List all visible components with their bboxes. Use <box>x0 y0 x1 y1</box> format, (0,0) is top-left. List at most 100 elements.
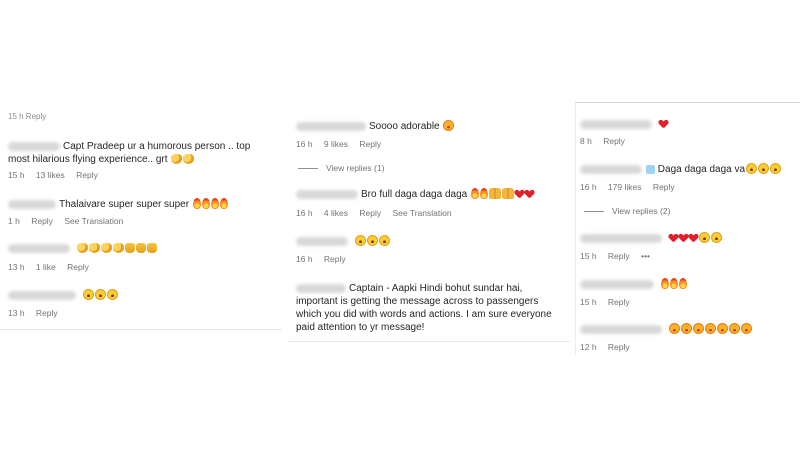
comment-item: 8 h Reply <box>580 118 797 146</box>
blurred-username[interactable] <box>8 243 70 253</box>
comment-body: Capt Pradeep ur a humorous person .. top… <box>8 140 270 166</box>
comment-meta: 1 h Reply See Translation <box>8 216 132 226</box>
blurred-username[interactable] <box>580 324 662 334</box>
clap-emoji-icon <box>112 243 124 253</box>
comment-meta: 16 h 4 likes Reply See Translation <box>296 208 461 218</box>
view-replies-button[interactable]: View replies (2) <box>584 206 670 216</box>
fire-emoji-icon <box>210 198 219 209</box>
comment-item: Capt Pradeep ur a humorous person .. top… <box>8 140 278 180</box>
heart-eyes-emoji-icon <box>728 323 740 334</box>
fire-emoji-icon <box>470 188 479 199</box>
blurred-username[interactable] <box>296 283 346 293</box>
likes-count[interactable]: 9 likes <box>324 139 348 149</box>
comment-time: 13 h <box>8 262 25 272</box>
likes-count[interactable]: 4 likes <box>324 208 348 218</box>
comment-time: 16 h <box>580 182 597 192</box>
fire-emoji-icon <box>660 278 669 289</box>
reply-button[interactable]: Reply <box>608 342 630 352</box>
reply-button[interactable]: Reply <box>653 182 675 192</box>
comment-item: Thalaivare super super super 1 h Reply S… <box>8 198 278 226</box>
clap-emoji-icon <box>88 243 100 253</box>
likes-count[interactable]: 13 likes <box>36 170 65 180</box>
reply-button[interactable]: Reply <box>67 262 89 272</box>
laughing-emoji-icon <box>354 235 366 246</box>
reply-button[interactable]: Reply <box>608 297 630 307</box>
blurred-username[interactable] <box>8 199 56 209</box>
heart-eyes-emoji-icon <box>704 323 716 334</box>
heart-emoji-icon <box>669 234 678 243</box>
comment-body <box>580 323 797 336</box>
blurred-username[interactable] <box>580 279 654 289</box>
heart-eyes-emoji-icon <box>716 323 728 334</box>
comment-text: Soooo adorable <box>369 121 440 132</box>
heart-eyes-emoji-icon <box>740 323 752 334</box>
comment-meta: 16 h Reply <box>296 254 355 264</box>
comment-item: 12 h Reply <box>580 323 797 352</box>
laughing-emoji-icon <box>82 289 94 300</box>
laughing-emoji-icon <box>698 232 710 243</box>
clap-emoji-icon <box>171 154 183 164</box>
reply-button[interactable]: Reply <box>603 136 625 146</box>
laughing-emoji-icon <box>378 235 390 246</box>
more-options-button[interactable]: ••• <box>641 251 650 261</box>
blurred-username[interactable] <box>580 119 652 129</box>
laughing-emoji-icon <box>106 289 118 300</box>
comment-body <box>8 289 278 302</box>
laughing-emoji-icon <box>366 235 378 246</box>
fire-emoji-icon <box>201 198 210 209</box>
comment-body: Captain - Aapki Hindi bohut sundar hai, … <box>296 282 566 334</box>
comment-item: 13 h Reply <box>8 289 278 318</box>
replies-divider-line <box>298 168 318 170</box>
reply-button[interactable]: Reply <box>31 216 53 226</box>
laughing-emoji-icon <box>758 163 770 174</box>
heart-emoji-icon <box>659 120 668 129</box>
small-blue-icon <box>646 165 655 174</box>
comment-meta: 15 h Reply <box>580 297 639 307</box>
view-replies-label: View replies (2) <box>612 206 671 216</box>
reply-button[interactable]: Reply <box>324 254 346 264</box>
truncated-comment-meta: 15 h Reply <box>8 112 47 121</box>
heart-emoji-icon <box>679 234 688 243</box>
clap-emoji-icon <box>76 243 88 253</box>
laughing-emoji-icon <box>770 163 782 174</box>
heart-eyes-emoji-icon <box>692 323 704 334</box>
heart-emoji-icon <box>515 190 524 199</box>
comment-time: 1 h <box>8 216 20 226</box>
blurred-username[interactable] <box>580 164 642 174</box>
fire-emoji-icon <box>669 278 678 289</box>
comment-time: 16 h <box>296 208 313 218</box>
comment-item: Daga daga daga va 16 h 179 likes Reply V… <box>580 163 797 216</box>
comment-item: Bro full daga daga daga 16 h 4 likes Rep… <box>296 188 566 218</box>
laughing-emoji-icon <box>710 232 722 243</box>
view-replies-button[interactable]: View replies (1) <box>298 163 384 173</box>
comments-panel-middle: Soooo adorable 16 h 9 likes Reply View r… <box>288 110 570 342</box>
reply-button[interactable]: Reply <box>359 208 381 218</box>
comment-text: Bro full daga daga daga <box>361 189 468 200</box>
comment-time: 13 h <box>8 308 25 318</box>
heart-eyes-emoji-icon <box>680 323 692 334</box>
thumbs-up-emoji-icon <box>124 243 135 253</box>
reply-button[interactable]: Reply <box>359 139 381 149</box>
likes-count[interactable]: 179 likes <box>608 182 642 192</box>
comment-time: 15 h <box>580 297 597 307</box>
blurred-username[interactable] <box>8 141 60 151</box>
blurred-username[interactable] <box>8 290 76 300</box>
blurred-username[interactable] <box>296 189 358 199</box>
reply-button[interactable]: Reply <box>36 308 58 318</box>
likes-count[interactable]: 1 like <box>36 262 56 272</box>
reply-button[interactable]: Reply <box>608 251 630 261</box>
laughing-emoji-icon <box>94 289 106 300</box>
fire-emoji-icon <box>678 278 687 289</box>
comment-body <box>580 118 797 131</box>
blurred-username[interactable] <box>296 121 366 131</box>
blurred-username[interactable] <box>580 233 662 243</box>
see-translation-link[interactable]: See Translation <box>393 208 452 218</box>
comment-meta: 16 h 179 likes Reply <box>580 182 684 192</box>
comments-panel-left: 15 h Reply Capt Pradeep ur a humorous pe… <box>0 112 282 330</box>
comment-item: Captain - Aapki Hindi bohut sundar hai, … <box>296 282 566 334</box>
blurred-username[interactable] <box>296 236 348 246</box>
see-translation-link[interactable]: See Translation <box>64 216 123 226</box>
reply-button[interactable]: Reply <box>76 170 98 180</box>
comment-item: 15 h Reply <box>580 278 797 307</box>
comment-body: Thalaivare super super super <box>8 198 278 211</box>
